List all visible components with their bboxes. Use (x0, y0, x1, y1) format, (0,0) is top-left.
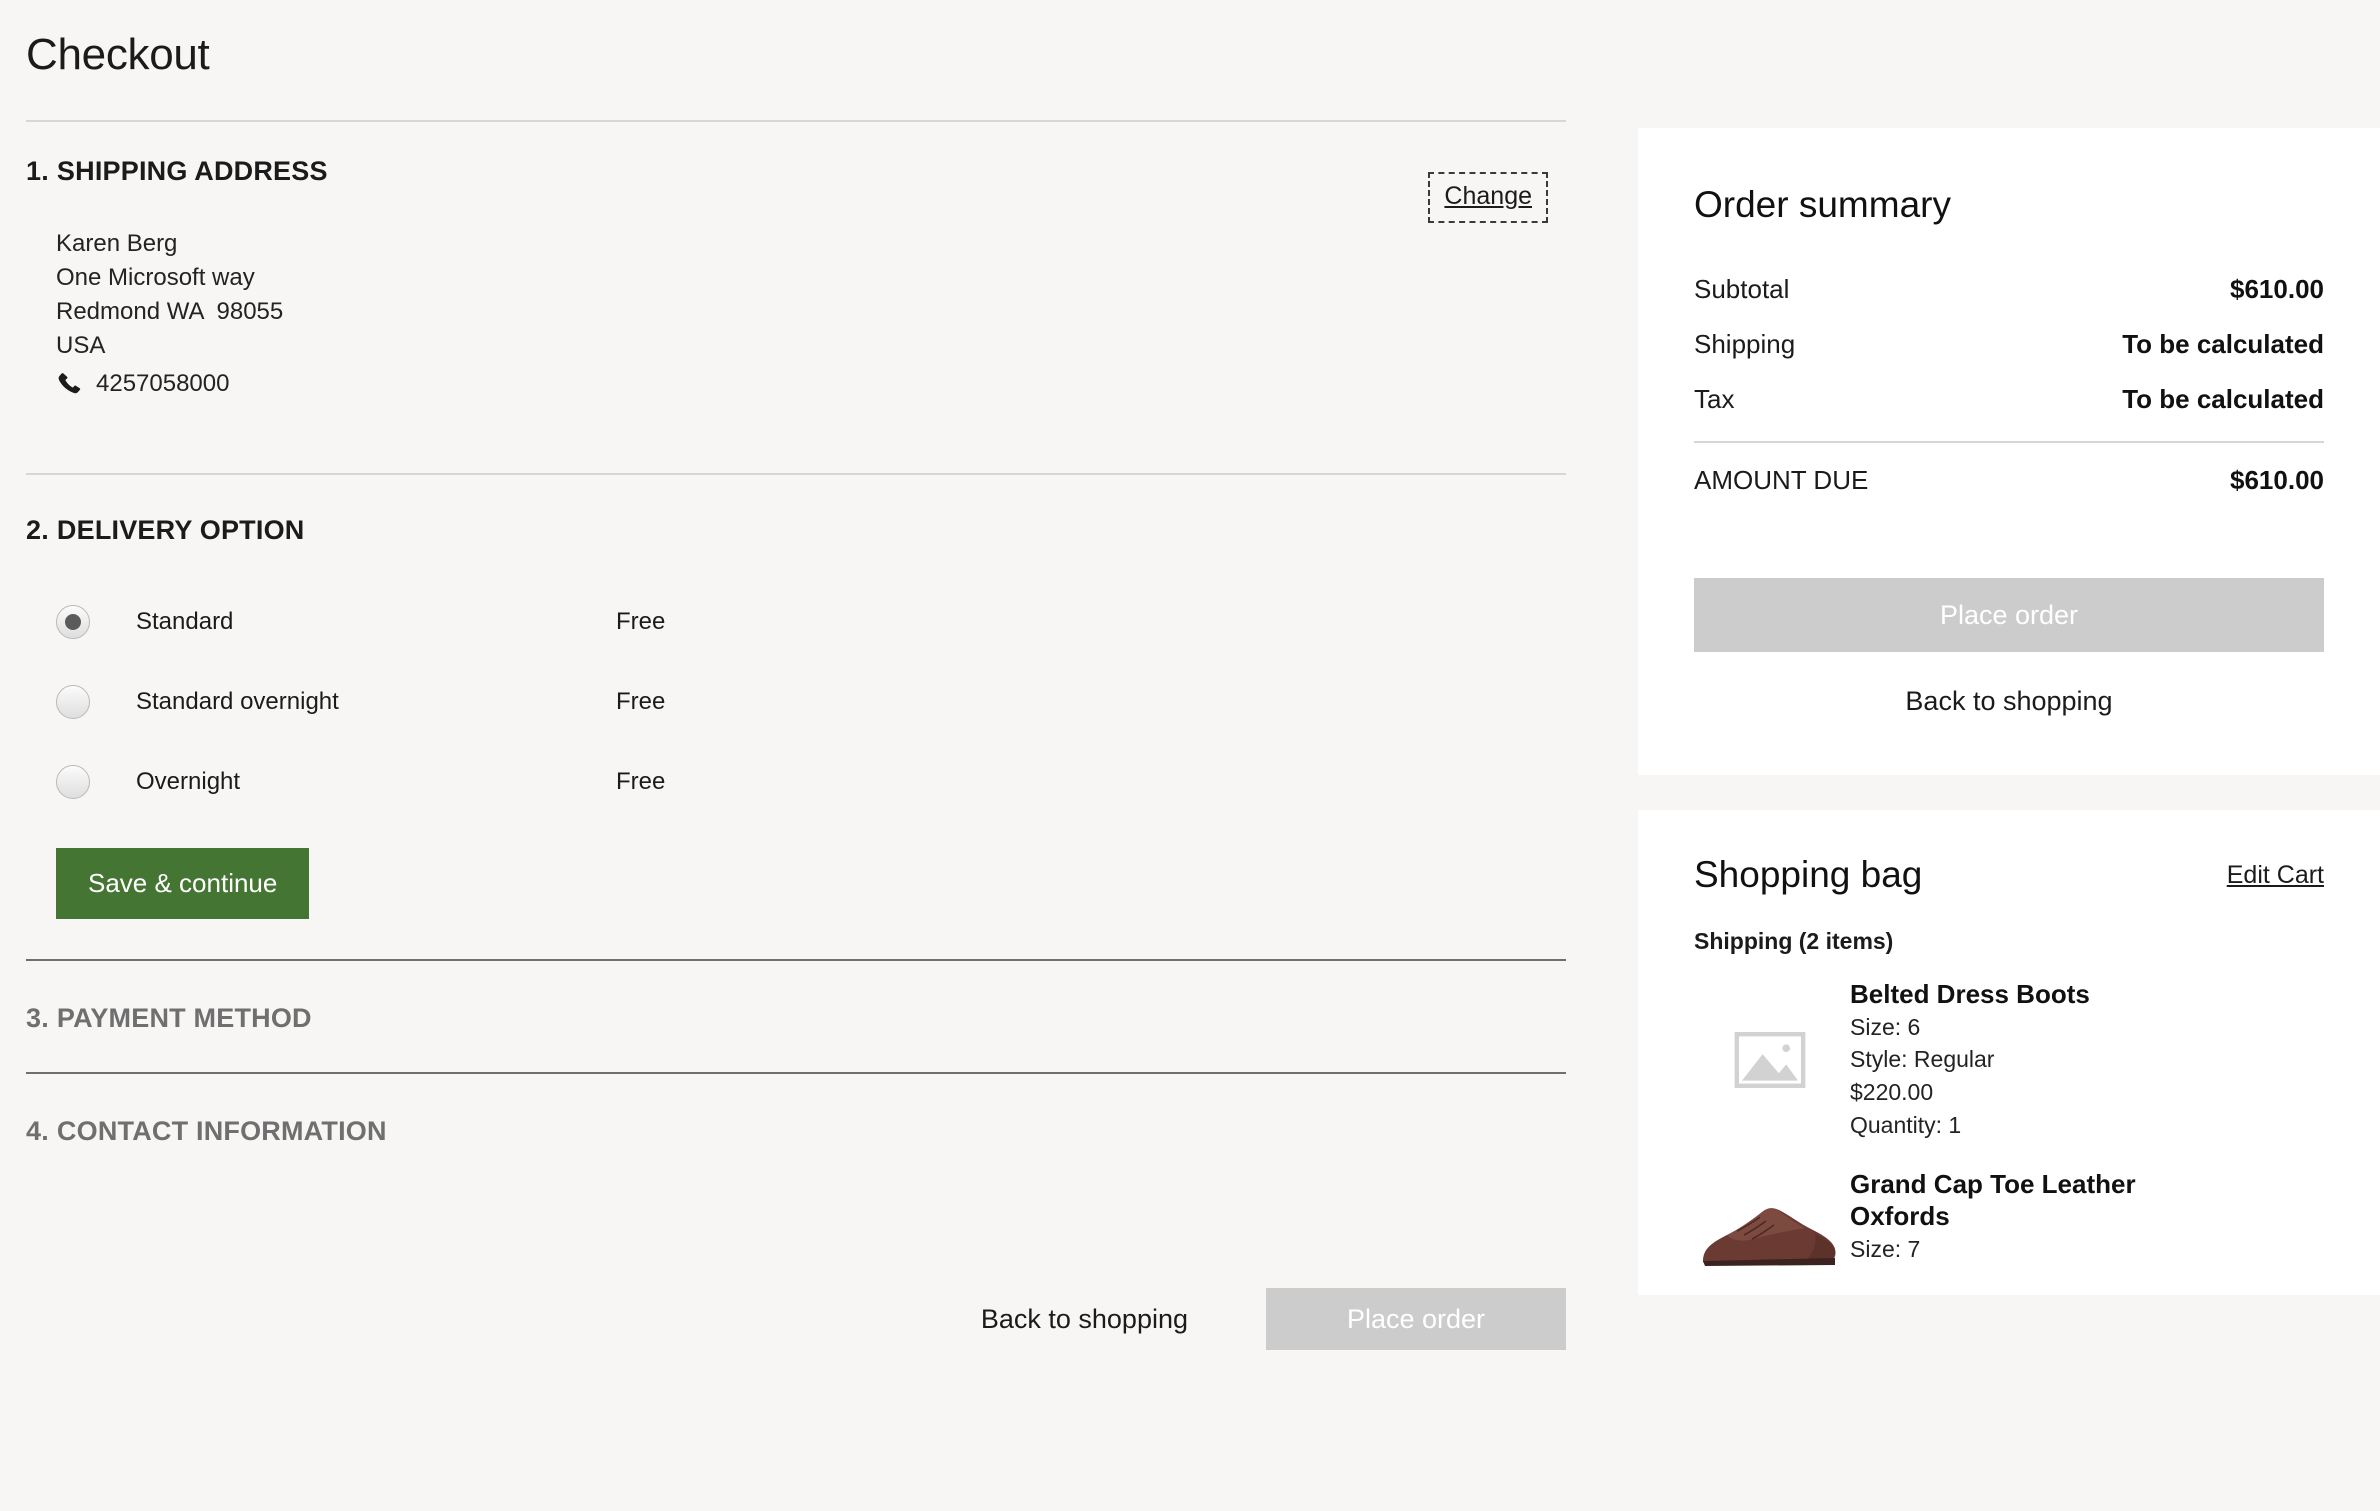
summary-total-value: $610.00 (2230, 465, 2324, 495)
summary-divider (1694, 441, 2324, 443)
address-phone-row: 4257058000 (56, 367, 1574, 401)
section-payment-label: PAYMENT METHOD (56, 1003, 312, 1034)
section-payment-heading: 3. PAYMENT METHOD (26, 1003, 1574, 1034)
summary-label: Tax (1694, 384, 1735, 414)
bag-item: Grand Cap Toe Leather Oxfords Size: 7 (1694, 1169, 2324, 1275)
bottom-action-bar: Back to shopping Place order (0, 1288, 1566, 1350)
delivery-option-standard[interactable]: Standard Free (56, 582, 1574, 662)
section-contact-label: CONTACT INFORMATION (56, 1116, 387, 1147)
section-contact-information[interactable]: 4. CONTACT INFORMATION (26, 1074, 1574, 1147)
item-size: Size: 7 (1850, 1235, 1921, 1262)
address-country: USA (56, 332, 106, 360)
delivery-option-label: Standard overnight (136, 688, 339, 716)
shopping-bag-title: Shopping bag (1694, 854, 1923, 895)
order-summary-rows: Subtotal $610.00 Shipping To be calculat… (1694, 262, 2324, 508)
item-name: Belted Dress Boots (1850, 979, 2090, 1009)
summary-row-subtotal: Subtotal $610.00 (1694, 262, 2324, 317)
main-column: Checkout 1. SHIPPING ADDRESS Karen Berg O… (0, 0, 1600, 1511)
edit-cart-button[interactable]: Edit Cart (2227, 861, 2324, 890)
item-thumbnail (1694, 1169, 1846, 1275)
address-city-state-zip: Redmond WA 98055 (56, 298, 284, 326)
section-payment-number: 3. (26, 1003, 49, 1034)
save-and-continue-button[interactable]: Save & continue (56, 848, 310, 920)
delivery-option-list: Standard Free Standard overnight Free Ov… (56, 582, 1574, 822)
delivery-option-price: Free (616, 608, 666, 636)
section-delivery-heading: 2. DELIVERY OPTION (26, 515, 1574, 546)
delivery-option-label: Standard (136, 608, 234, 636)
item-quantity: Quantity: 1 (1850, 1111, 1962, 1138)
section-shipping-address: 1. SHIPPING ADDRESS Karen Berg One Micros… (26, 122, 1574, 401)
summary-row-amount-due: AMOUNT DUE $610.00 (1694, 453, 2324, 508)
summary-row-shipping: Shipping To be calculated (1694, 317, 2324, 372)
order-summary-card: Order summary Subtotal $610.00 Shipping … (1638, 128, 2380, 775)
shopping-bag-card: Shopping bag Edit Cart Shipping (2 items… (1638, 810, 2380, 1296)
summary-value: To be calculated (2122, 384, 2324, 414)
section-contact-number: 4. (26, 1116, 49, 1147)
item-size: Size: 6 (1850, 1013, 1921, 1040)
place-order-button[interactable]: Place order (1266, 1288, 1566, 1350)
delivery-option-price: Free (616, 688, 666, 716)
sidebar-back-to-shopping-button[interactable]: Back to shopping (1905, 686, 2112, 717)
item-details: Grand Cap Toe Leather Oxfords Size: 7 (1846, 1169, 2150, 1275)
delivery-option-price: Free (616, 768, 666, 796)
bag-item: Belted Dress Boots Size: 6 Style: Regula… (1694, 979, 2324, 1141)
item-thumbnail (1694, 979, 1846, 1141)
radio-overnight[interactable] (56, 765, 90, 800)
section-delivery-option: 2. DELIVERY OPTION Standard Free Standard… (26, 475, 1574, 920)
phone-icon (58, 373, 81, 394)
page-title: Checkout (26, 30, 210, 79)
change-address-button[interactable]: Change (1428, 172, 1548, 223)
shopping-bag-header: Shopping bag Edit Cart (1694, 854, 2324, 896)
summary-row-tax: Tax To be calculated (1694, 372, 2324, 427)
item-details: Belted Dress Boots Size: 6 Style: Regula… (1846, 979, 2090, 1141)
address-phone-number: 4257058000 (96, 370, 230, 398)
delivery-option-overnight[interactable]: Overnight Free (56, 742, 1574, 822)
summary-total-label: AMOUNT DUE (1694, 465, 1869, 495)
radio-standard[interactable] (56, 605, 90, 640)
item-price: $220.00 (1850, 1079, 1934, 1106)
delivery-option-standard-overnight[interactable]: Standard overnight Free (56, 662, 1574, 742)
address-name: Karen Berg (56, 230, 178, 257)
order-summary-title: Order summary (1694, 184, 1951, 225)
back-to-shopping-button[interactable]: Back to shopping (981, 1304, 1188, 1335)
summary-value: $610.00 (2230, 274, 2324, 304)
section-shipping-number: 1. (26, 156, 49, 186)
address-street: One Microsoft way (56, 264, 255, 292)
oxford-shoe-photo (1703, 1208, 1836, 1267)
sidebar-place-order-button[interactable]: Place order (1694, 578, 2324, 652)
section-delivery-label: DELIVERY OPTION (56, 515, 305, 546)
checkout-page: Checkout 1. SHIPPING ADDRESS Karen Berg O… (0, 0, 2380, 1511)
item-name: Grand Cap Toe Leather Oxfords (1850, 1169, 2136, 1232)
summary-value: To be calculated (2122, 329, 2324, 359)
summary-label: Subtotal (1694, 274, 1790, 304)
section-delivery-number: 2. (26, 515, 49, 546)
image-placeholder-icon (1734, 1032, 1806, 1089)
item-style: Style: Regular (1850, 1046, 1995, 1073)
radio-standard-overnight[interactable] (56, 685, 90, 720)
section-contact-heading: 4. CONTACT INFORMATION (26, 1116, 1574, 1147)
shipping-group-label: Shipping (2 items) (1694, 928, 1894, 954)
shipping-address-block: Karen Berg One Microsoft way Redmond WA … (56, 227, 1574, 401)
delivery-option-label: Overnight (136, 768, 241, 796)
summary-label: Shipping (1694, 329, 1796, 359)
section-shipping-heading: 1. SHIPPING ADDRESS (26, 156, 1574, 187)
sidebar: Order summary Subtotal $610.00 Shipping … (1638, 0, 2380, 1511)
section-shipping-label: SHIPPING ADDRESS (56, 156, 328, 186)
section-payment-method[interactable]: 3. PAYMENT METHOD (26, 961, 1574, 1034)
